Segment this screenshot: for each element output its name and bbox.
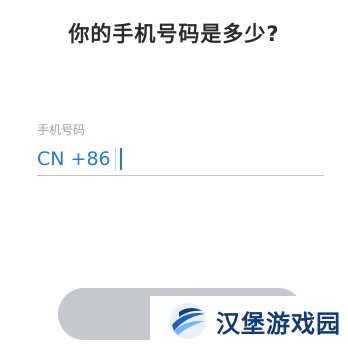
swoosh-globe-logo-icon [170,303,206,339]
input-underline [37,175,324,176]
page-title: 你的手机号码是多少? [68,22,280,46]
country-code-selector[interactable]: CN +86 [37,148,111,170]
watermark-text: 汉堡游戏园 [216,309,341,338]
watermark: 汉堡游戏园 [150,296,348,346]
phone-number-screen: 你的手机号码是多少? 手机号码 CN +86 汉堡游戏园 [0,0,348,346]
text-caret [119,148,122,170]
phone-field-label: 手机号码 [37,123,86,137]
prefix-divider [114,148,116,170]
phone-number-input[interactable]: CN +86 [37,145,324,173]
